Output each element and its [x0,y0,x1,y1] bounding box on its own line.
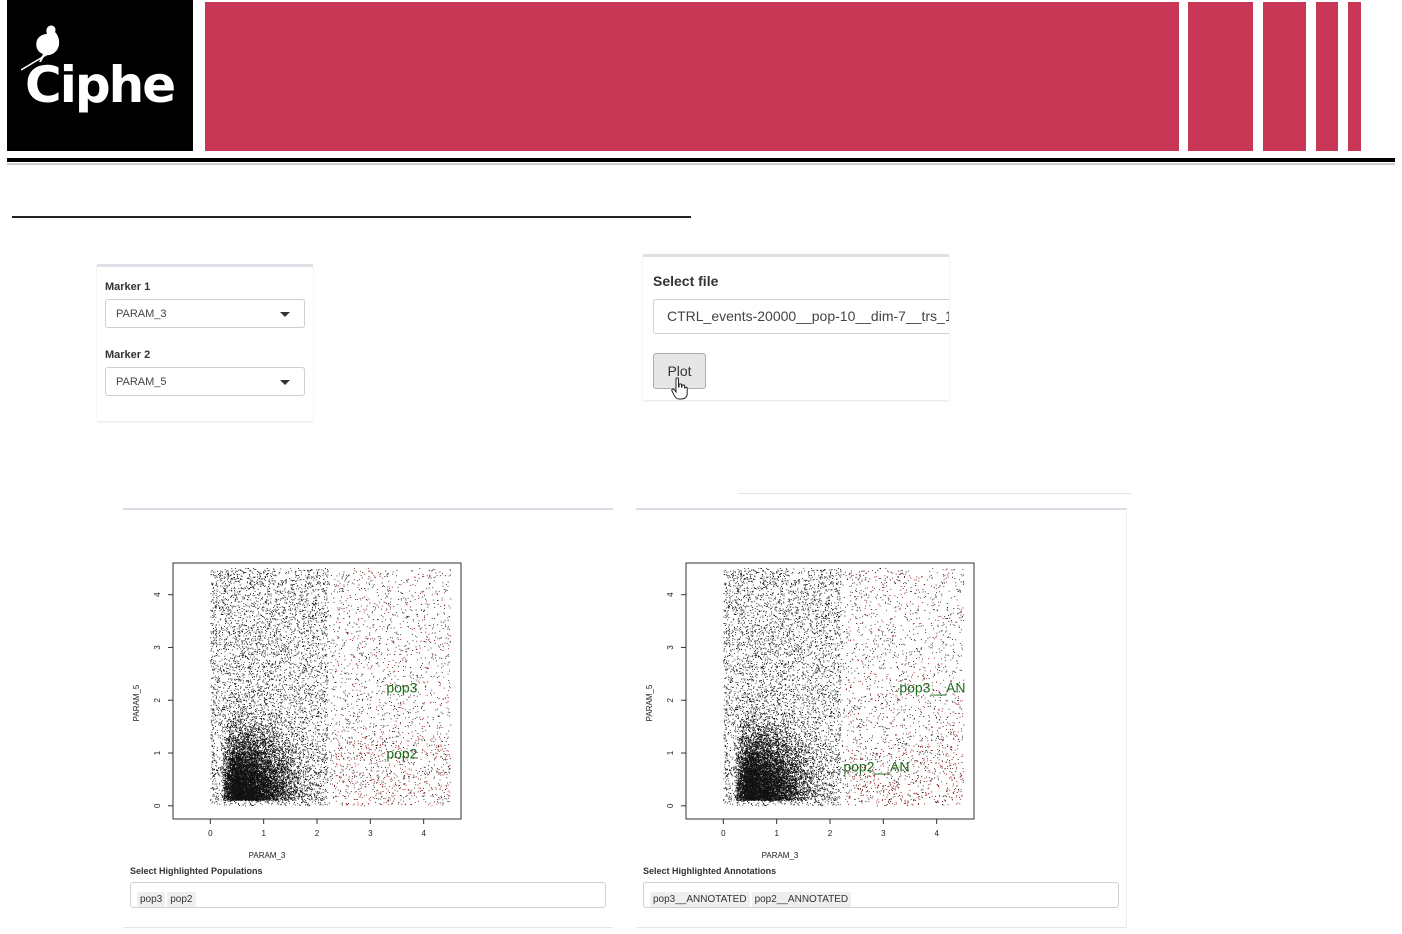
y-axis-label: PARAM_5 [132,684,141,721]
highlight-annotations-label: Select Highlighted Annotations [643,866,777,876]
y-tick-label: 1 [153,750,162,755]
file-label: Select file [653,273,719,289]
faint-divider [738,493,1131,494]
y-tick-label: 1 [666,750,675,755]
marker2-value: PARAM_5 [116,376,167,388]
marker1-label: Marker 1 [105,281,151,293]
x-tick-label: 3 [881,829,886,838]
plot-frame [172,562,462,820]
highlight-populations-label: Select Highlighted Populations [130,866,263,876]
y-tick-label: 4 [666,592,675,597]
title-underline [12,216,691,218]
file-select[interactable]: CTRL_events-20000__pop-10__dim-7__trs_1_ [653,299,949,334]
chevron-down-icon [280,312,290,317]
selected-tag[interactable]: pop2__ANNOTATED [751,892,852,907]
x-axis-label: PARAM_3 [249,851,286,860]
y-tick-label: 2 [666,697,675,702]
marker2-select[interactable]: PARAM_5 [105,367,305,396]
header-band-3 [1316,2,1338,151]
selected-tag[interactable]: pop2 [167,892,196,907]
scatter-series-pop3 [333,567,452,738]
marker-panel: Marker 1 PARAM_3 Marker 2 PARAM_5 [97,264,313,421]
y-tick-label: 0 [666,803,675,808]
y-tick-label: 3 [666,645,675,650]
x-tick-label: 4 [421,829,426,838]
selected-tag[interactable]: pop3__ANNOTATED [650,892,750,907]
ciphe-logo: Ciphe [7,0,193,151]
population-annotation: pop3__AN [899,679,965,695]
population-annotation: pop2 [386,745,417,761]
marker2-label: Marker 2 [105,349,151,361]
chevron-down-icon [280,380,290,385]
x-tick-label: 0 [721,829,726,838]
y-tick-label: 4 [153,592,162,597]
x-tick-label: 0 [208,829,213,838]
plot-panel-populations: 0 1 2 3 4 0 1 2 3 4 PARAM_3 PARAM_5 pop3 pop2 Select … [123,508,613,928]
hand-cursor-icon [671,377,688,400]
header-band-4 [1348,2,1361,151]
y-axis-label: PARAM_5 [645,684,654,721]
logo-text: Ciphe [25,56,176,114]
scatter-plot-1: 0 1 2 3 4 0 1 2 3 4 PARAM_3 PARAM_5 pop3 pop2 [132,562,462,860]
marker1-select[interactable]: PARAM_3 [105,299,305,328]
y-tick-label: 3 [153,645,162,650]
scatter-plot-2: 0 1 2 3 4 0 1 2 3 4 PARAM_3 PARAM_5 pop3__AN pop2__AN [645,562,975,860]
x-tick-label: 1 [261,829,266,838]
header-band-1 [1188,2,1253,151]
selected-tag[interactable]: pop3 [137,892,166,907]
population-annotation: pop3 [386,679,417,695]
highlight-annotations-input[interactable]: pop3__ANNOTATED pop2__ANNOTATED [643,882,1119,908]
x-tick-label: 3 [368,829,373,838]
header-band-2 [1263,2,1306,151]
scatter-series-pop3__ANNOTATED [846,568,964,738]
x-tick-label: 1 [774,829,779,838]
x-tick-label: 4 [934,829,939,838]
marker1-value: PARAM_3 [116,308,167,320]
x-tick-label: 2 [315,829,320,838]
y-tick-label: 0 [153,803,162,808]
plot-panel-annotations: 0 1 2 3 4 0 1 2 3 4 PARAM_3 PARAM_5 pop3__AN pop2__AN… [636,508,1127,928]
header-divider [7,158,1395,162]
file-panel: Select file CTRL_events-20000__pop-10__d… [643,254,949,400]
x-tick-label: 2 [828,829,833,838]
x-axis-label: PARAM_3 [762,851,799,860]
highlight-populations-input[interactable]: pop3 pop2 [130,882,606,908]
population-annotation: pop2__AN [843,758,909,774]
header-band-main [205,2,1179,151]
y-tick-label: 2 [153,697,162,702]
header-divider-shadow [7,163,1395,165]
